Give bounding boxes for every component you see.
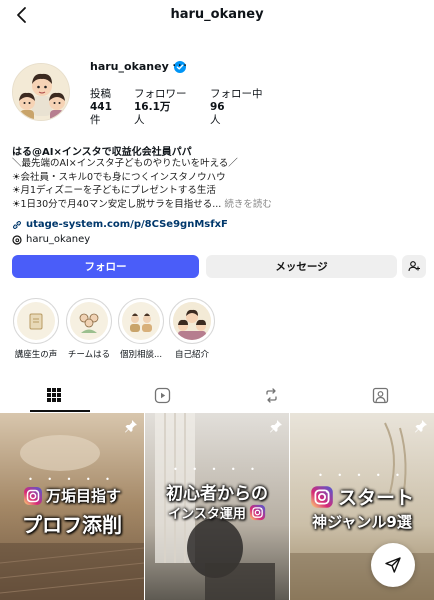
team-icon	[79, 313, 99, 333]
instagram-logo-icon	[311, 485, 333, 508]
stat-posts-label: 投稿	[90, 88, 111, 100]
post-caption-line2-row: インスタ運用	[145, 503, 289, 522]
tab-tagged[interactable]	[326, 378, 434, 412]
post-tile[interactable]: • • • • • 万垢目指す プロフ添削	[0, 413, 144, 600]
post-caption-line1-row: 万垢目指す	[0, 485, 144, 506]
highlight-ring	[118, 298, 164, 344]
stat-following-label: フォロー中	[210, 88, 263, 100]
highlight-self-intro[interactable]: 自己紹介	[168, 298, 216, 360]
stat-followers-value: 16.1万	[134, 101, 171, 113]
pinned-icon	[125, 420, 137, 433]
highlight-label: 講座生の声	[14, 350, 58, 360]
stat-followers[interactable]: フォロワー 16.1万 人	[134, 88, 187, 127]
tab-reposts[interactable]	[217, 378, 325, 412]
stat-following[interactable]: フォロー中 96 人	[210, 88, 263, 127]
bio-line-last: ☀1日30分で月40マン安定し脱サラを目指せる... 続きを読む	[12, 198, 272, 212]
link-icon	[12, 220, 22, 229]
send-icon	[385, 557, 401, 573]
profile-tabs	[0, 378, 434, 412]
threads-link[interactable]: haru_okaney	[12, 234, 90, 245]
profile-username: haru_okaney	[90, 60, 169, 73]
threads-handle: haru_okaney	[26, 234, 91, 245]
bio-line: ＼最先端のAI×インスタ子どものやりたいを叶える／	[12, 158, 238, 169]
stat-followers-label: フォロワー	[134, 88, 187, 100]
post-caption-line1: 初心者からの	[166, 484, 268, 504]
follow-button[interactable]: フォロー	[12, 255, 199, 278]
tab-grid[interactable]	[0, 378, 108, 412]
stat-posts-unit: 件	[90, 114, 101, 126]
tagged-icon	[372, 387, 388, 403]
stat-following-unit: 人	[210, 114, 221, 126]
bio-line: ☀会社員・スキル0でも身につくインスタノウハウ	[12, 171, 226, 183]
highlight-consultation[interactable]: 個別相談...	[117, 298, 165, 360]
grid-icon	[47, 388, 61, 402]
stat-posts[interactable]: 投稿 441 件	[90, 88, 112, 127]
post-caption-line1-row: スタート	[290, 483, 434, 510]
top-bar: haru_okaney	[0, 0, 434, 30]
instagram-logo-icon	[23, 486, 42, 505]
post-caption-line2: インスタ運用	[168, 507, 246, 522]
post-caption-line2: 神ジャンル9選	[312, 513, 412, 531]
suggest-user-button[interactable]	[402, 255, 426, 278]
post-thumbnail-image	[0, 413, 144, 600]
tab-reels[interactable]	[108, 378, 216, 412]
bio-text: ＼最先端のAI×インスタ子どものやりたいを叶える／ ☀会社員・スキル0でも身につ…	[12, 157, 272, 211]
more-options-icon[interactable]: ···	[172, 58, 188, 74]
stat-posts-value: 441	[90, 101, 112, 113]
instagram-logo-icon	[249, 504, 266, 521]
bio-line: ☀月1ディズニーを子どもにプレゼントする生活	[12, 185, 216, 196]
family-illustration	[13, 64, 69, 120]
highlight-label: 自己紹介	[174, 350, 209, 360]
highlight-ring	[66, 298, 112, 344]
highlight-ring	[169, 298, 215, 344]
message-button[interactable]: メッセージ	[206, 255, 397, 278]
bio-name: はる@AI×インスタで収益化会社員パパ	[12, 147, 192, 158]
reels-icon	[154, 387, 170, 403]
post-tile[interactable]: • • • • • 初心者からの インスタ運用	[145, 413, 289, 600]
highlight-students-voice[interactable]: 講座生の声	[12, 298, 60, 360]
profile-avatar[interactable]	[12, 63, 70, 121]
post-caption-line1: スタート	[337, 487, 414, 509]
stat-followers-unit: 人	[134, 114, 145, 126]
share-floating-button[interactable]	[371, 543, 415, 587]
header-handle: haru_okaney	[170, 7, 264, 22]
highlight-team-haru[interactable]: チームはる	[65, 298, 113, 360]
pinned-icon	[270, 420, 282, 433]
threads-icon	[12, 234, 22, 245]
highlight-label: チームはる	[67, 350, 111, 360]
stat-following-value: 96	[210, 101, 225, 113]
external-link[interactable]: utage-system.com/p/8CSe9gnMsfxF	[12, 219, 228, 230]
external-link-text: utage-system.com/p/8CSe9gnMsfxF	[26, 219, 228, 230]
active-tab-indicator	[30, 410, 90, 412]
notebook-icon	[29, 313, 43, 330]
highlight-ring	[13, 298, 59, 344]
read-more-link[interactable]: 続きを読む	[224, 199, 272, 210]
post-caption-line2: プロフ添削	[22, 513, 122, 537]
consultation-icon	[130, 313, 152, 332]
decor-dots: • • • • •	[173, 465, 261, 474]
bio-line: ☀1日30分で月40マン安定し脱サラを目指せる...	[12, 198, 222, 210]
post-caption-line1: 万垢目指す	[45, 487, 121, 505]
decor-dots: • • • • •	[28, 475, 116, 484]
decor-dots: • • • • •	[318, 471, 406, 480]
add-person-icon	[407, 261, 420, 272]
pinned-icon	[415, 420, 427, 433]
family-thumb-icon	[173, 302, 211, 340]
repost-icon	[265, 387, 277, 403]
